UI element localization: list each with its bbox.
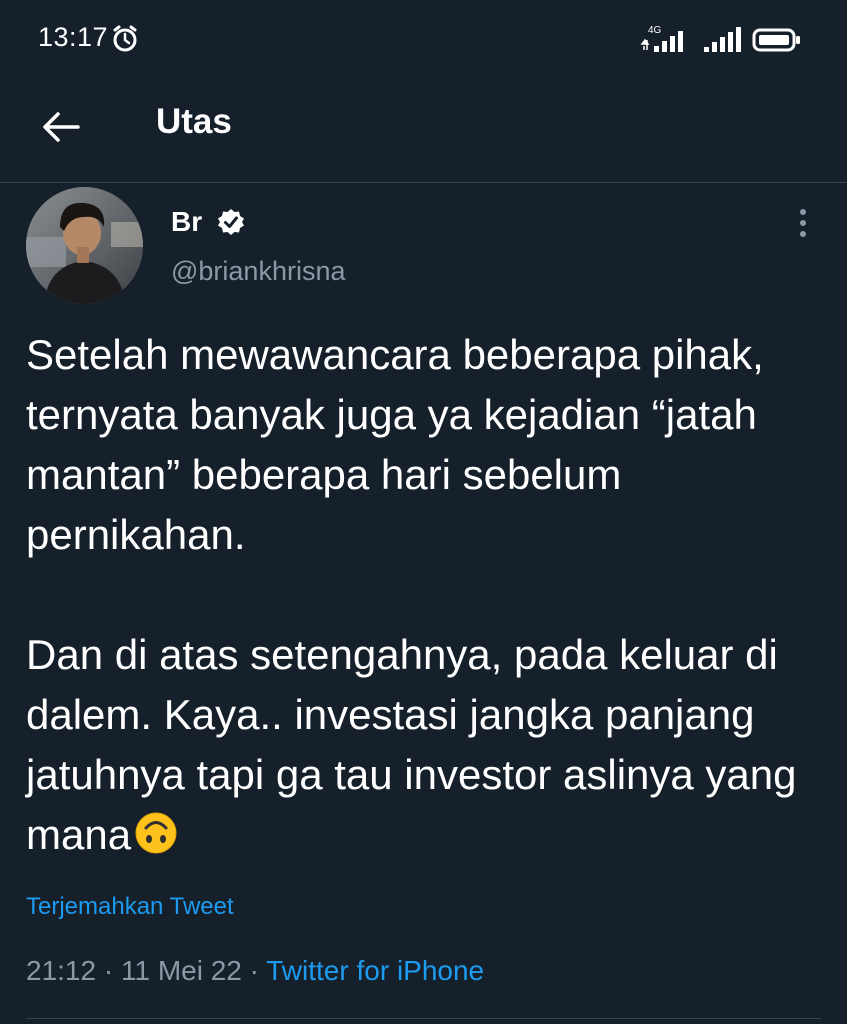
tweet-text: Setelah mewawancara beberapa pihak, tern… (26, 325, 826, 865)
author-display-name[interactable]: Br (171, 206, 202, 238)
status-time: 13:17 (38, 22, 109, 52)
tweet-paragraph: Dan di atas setengahnya, pada keluar di … (26, 625, 826, 865)
header-divider (0, 182, 847, 183)
more-options-icon[interactable] (793, 206, 813, 242)
tweet-time: 21:12 (26, 955, 97, 986)
tweet-paragraph: Setelah mewawancara beberapa pihak, tern… (26, 331, 764, 558)
alarm-clock-icon (110, 24, 140, 54)
avatar[interactable] (26, 187, 143, 304)
network-label: 4G (648, 25, 662, 36)
tweet-metadata: 21:12 · 11 Mei 22 · Twitter for iPhone (26, 955, 484, 987)
arrow-left-icon[interactable] (38, 104, 84, 150)
tweet-source-link[interactable]: Twitter for iPhone (266, 955, 484, 986)
verified-badge-icon (217, 208, 245, 236)
page-title: Utas (156, 102, 232, 141)
meta-separator: · (249, 955, 259, 986)
battery-icon (752, 26, 802, 54)
meta-separator: · (103, 955, 114, 986)
translate-tweet-link[interactable]: Terjemahkan Tweet (26, 893, 234, 921)
upside-down-face-emoji-icon (134, 811, 178, 855)
cellular-signal-icon (702, 26, 744, 54)
content-divider (26, 1018, 821, 1019)
status-bar: 13:17 4G (0, 0, 847, 80)
tweet-date: 11 Mei 22 (120, 955, 242, 986)
top-app-bar: Utas (0, 80, 847, 182)
author-handle[interactable]: @briankhrisna (171, 256, 346, 287)
cellular-signal-4g-icon: 4G (640, 22, 692, 56)
